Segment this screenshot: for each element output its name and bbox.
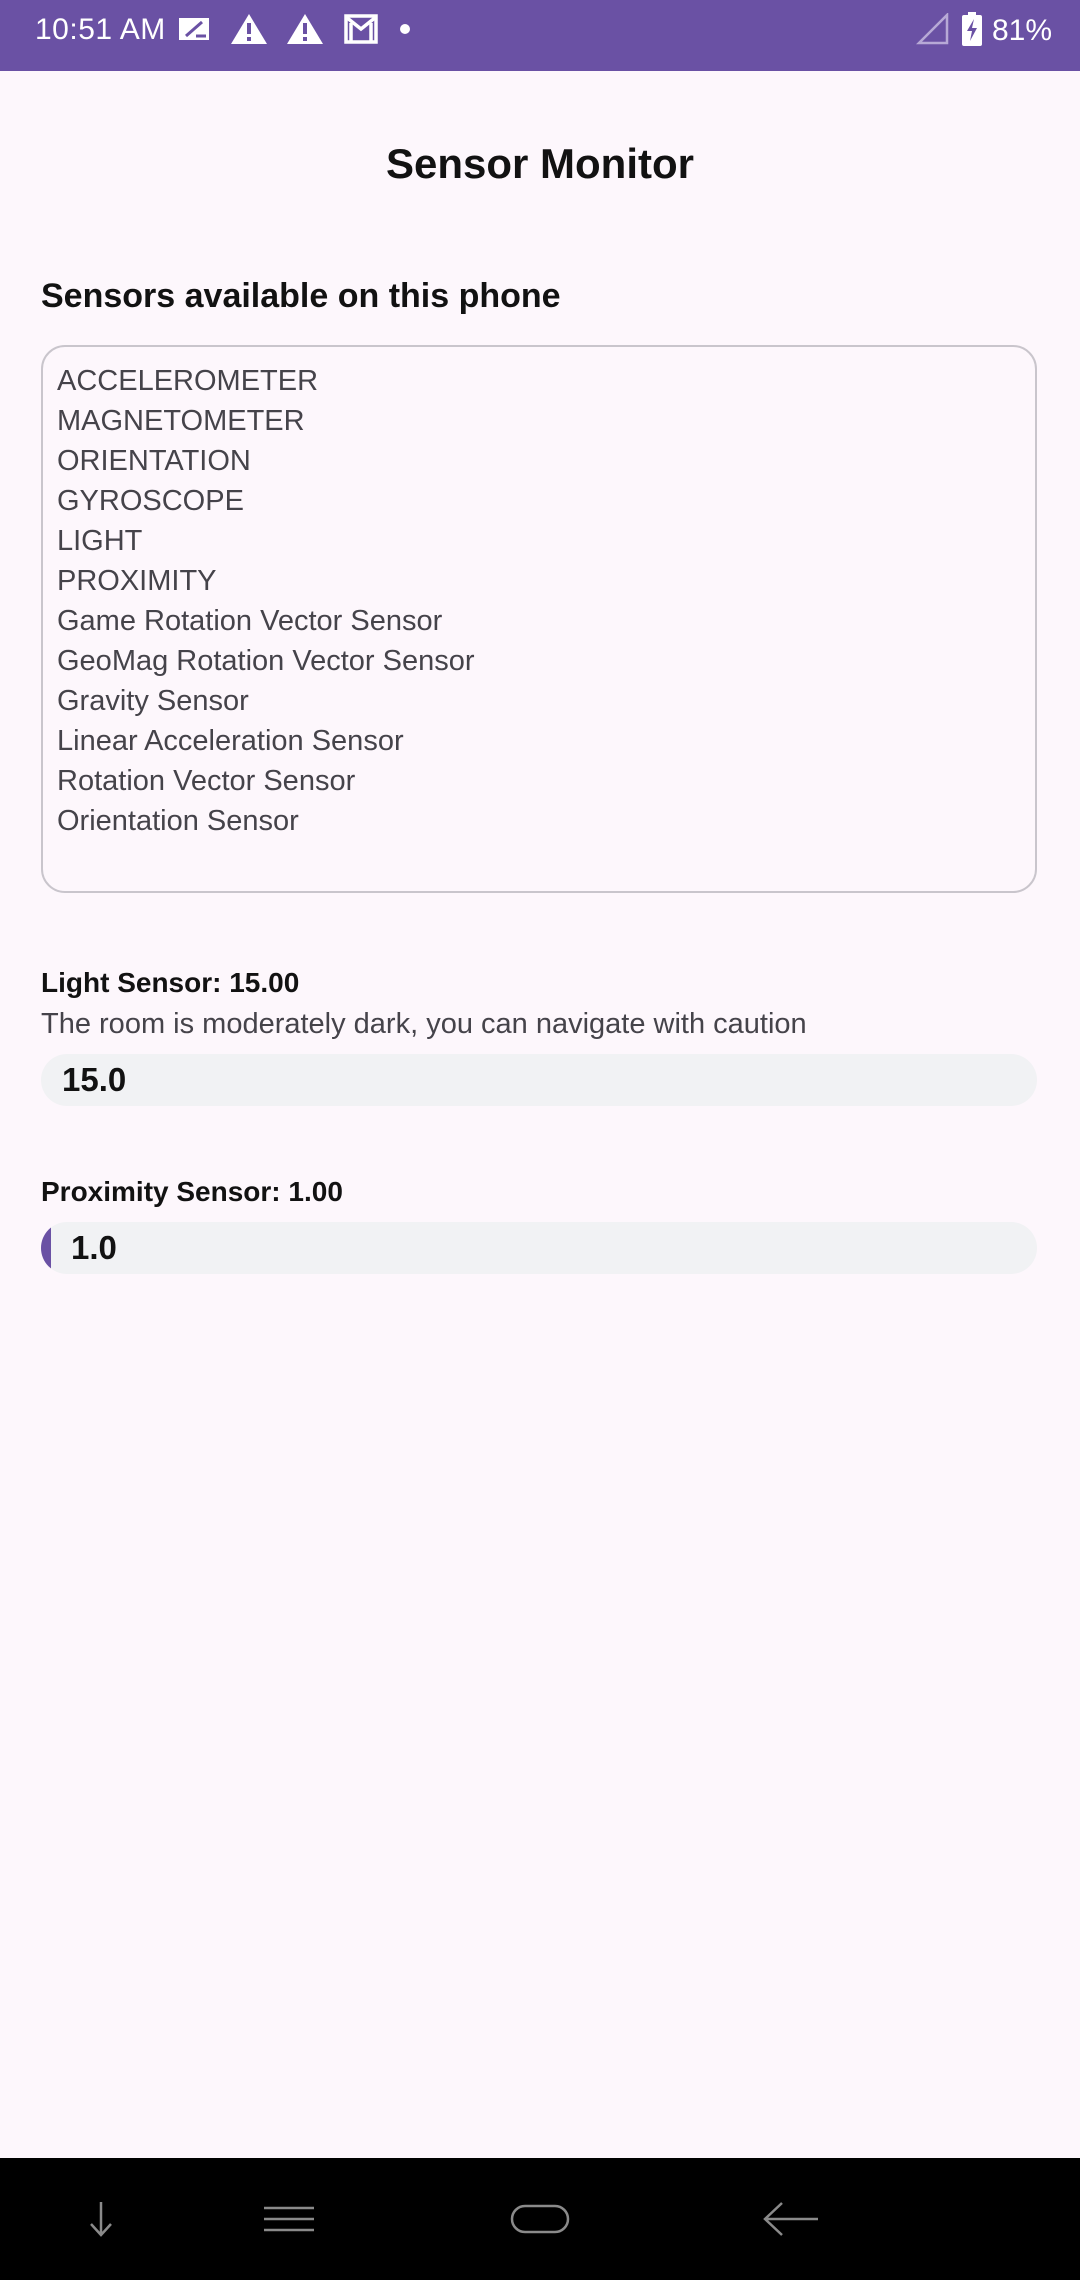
status-time: 10:51 AM — [35, 13, 166, 46]
list-item: GYROSCOPE — [57, 485, 244, 517]
warning-icon — [286, 12, 324, 51]
sensor-list[interactable]: ACCELEROMETER MAGNETOMETER ORIENTATION G… — [41, 345, 1037, 893]
battery-percent: 81% — [991, 14, 1052, 47]
proximity-sensor-bar-fill — [41, 1222, 51, 1274]
back-icon — [763, 2202, 818, 2236]
list-item: ACCELEROMETER — [57, 365, 319, 397]
back-button[interactable] — [760, 2188, 822, 2250]
system-status-icons: 81% — [915, 11, 1052, 51]
light-sensor-description: The room is moderately dark, you can nav… — [41, 1008, 807, 1040]
battery-charging-icon — [961, 11, 982, 51]
sim-card-icon — [176, 14, 212, 49]
light-sensor-label: Light Sensor: 15.00 — [41, 967, 300, 998]
list-item: Rotation Vector Sensor — [57, 765, 356, 797]
home-button[interactable] — [505, 2188, 575, 2250]
page-title: Sensor Monitor — [385, 140, 694, 187]
signal-icon — [915, 11, 950, 50]
list-item: Gravity Sensor — [57, 685, 249, 717]
navigation-bar — [0, 2158, 1080, 2280]
list-item: Linear Acceleration Sensor — [57, 725, 404, 757]
list-item: ORIENTATION — [57, 445, 251, 477]
dot-icon — [398, 22, 412, 41]
proximity-sensor-bar: 1.0 — [41, 1222, 1037, 1274]
down-arrow-icon — [90, 2202, 112, 2237]
list-item: MAGNETOMETER — [57, 405, 305, 437]
proximity-sensor-label: Proximity Sensor: 1.00 — [41, 1176, 343, 1207]
proximity-sensor-bar-value: 1.0 — [71, 1229, 117, 1266]
list-item: LIGHT — [57, 525, 143, 557]
list-item: GeoMag Rotation Vector Sensor — [57, 645, 475, 677]
list-item: PROXIMITY — [57, 565, 217, 597]
light-sensor-bar-value: 15.0 — [62, 1061, 127, 1098]
home-icon — [510, 2204, 570, 2234]
gmail-icon — [342, 13, 380, 50]
down-arrow-button[interactable] — [70, 2188, 132, 2250]
status-bar: 10:51 AM 81% — [0, 0, 1080, 71]
menu-icon — [264, 2206, 314, 2232]
light-sensor-bar: 15.0 — [41, 1054, 1037, 1106]
list-item: Game Rotation Vector Sensor — [57, 605, 443, 637]
warning-icon — [230, 12, 268, 51]
sensors-heading: Sensors available on this phone — [41, 277, 561, 315]
notification-icons — [176, 13, 430, 49]
list-item: Orientation Sensor — [57, 805, 299, 837]
menu-button[interactable] — [258, 2188, 320, 2250]
